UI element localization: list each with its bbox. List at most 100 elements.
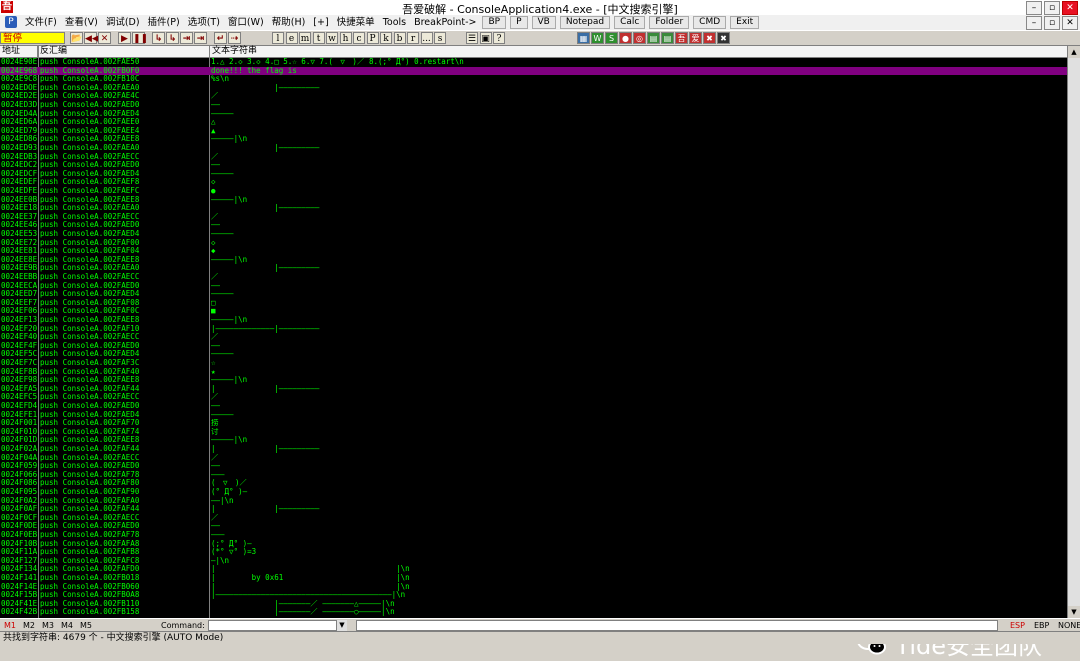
table-row[interactable]: 0024F059 push ConsoleA.002FAED0 —— bbox=[0, 462, 1068, 471]
table-row[interactable]: 0024ED3D push ConsoleA.002FAED0 —— bbox=[0, 101, 1068, 110]
menu-shortcut-button[interactable]: Calc bbox=[614, 16, 646, 29]
toolbar-window-button[interactable]: P bbox=[366, 32, 379, 44]
toolbar-window-button[interactable]: h bbox=[339, 32, 352, 44]
table-row[interactable]: 0024F11A push ConsoleA.002FAFB8 (*° ▽° )=3 bbox=[0, 548, 1068, 557]
scroll-down-icon[interactable]: ▼ bbox=[1068, 606, 1080, 618]
menu-item[interactable]: 窗口(W) bbox=[224, 16, 268, 29]
mdi-close-button[interactable]: ✕ bbox=[1062, 16, 1078, 30]
table-row[interactable]: 0024ED4A push ConsoleA.002FAED4 ————— bbox=[0, 110, 1068, 119]
command-input[interactable] bbox=[208, 620, 346, 631]
menu-shortcut-button[interactable]: BP bbox=[482, 16, 507, 29]
table-row[interactable]: 0024F02A push ConsoleA.002FAF44 | |———————… bbox=[0, 445, 1068, 454]
menu-item[interactable]: 查看(V) bbox=[61, 16, 102, 29]
chevron-down-icon[interactable]: ▼ bbox=[336, 620, 347, 631]
toolbar-window-button[interactable]: w bbox=[326, 32, 338, 44]
menu-shortcut-button[interactable]: VB bbox=[531, 16, 556, 29]
table-row[interactable]: 0024EFC5 push ConsoleA.002FAECC ／ bbox=[0, 393, 1068, 402]
toolbar-plugin-button[interactable]: ◎ bbox=[633, 32, 646, 44]
maximize-button[interactable]: ▫ bbox=[1044, 1, 1060, 15]
menu-item[interactable]: Tools bbox=[379, 16, 410, 29]
table-row[interactable]: 0024F0A2 push ConsoleA.002FAFA0 ——|\n bbox=[0, 497, 1068, 506]
table-row[interactable]: 0024EFA5 push ConsoleA.002FAF44 | |———————… bbox=[0, 385, 1068, 394]
table-row[interactable]: 0024F42B push ConsoleA.002FB158 |———————／… bbox=[0, 608, 1068, 617]
toolbar-plugin-button[interactable]: ▦ bbox=[577, 32, 590, 44]
minimize-button[interactable]: – bbox=[1026, 1, 1042, 15]
toolbar-window-button[interactable]: k bbox=[380, 32, 392, 44]
scroll-up-icon[interactable]: ▲ bbox=[1068, 46, 1080, 58]
toolbar-nav-icon[interactable]: ▶ bbox=[118, 32, 131, 44]
table-row[interactable]: 0024F066 push ConsoleA.002FAF78 ——— bbox=[0, 471, 1068, 480]
table-row[interactable]: 0024F04A push ConsoleA.002FAECC ／ bbox=[0, 454, 1068, 463]
menu-item[interactable]: 文件(F) bbox=[21, 16, 61, 29]
table-row[interactable]: 0024EE0B push ConsoleA.002FAEE8 —————|\n bbox=[0, 196, 1068, 205]
table-row[interactable]: 0024EE37 push ConsoleA.002FAECC ／ bbox=[0, 213, 1068, 222]
vertical-scrollbar[interactable]: ▲ ▼ bbox=[1067, 46, 1080, 618]
table-row[interactable]: 0024EDCF push ConsoleA.002FAED4 ————— bbox=[0, 170, 1068, 179]
menu-item[interactable]: [+] bbox=[309, 16, 332, 29]
table-row[interactable]: 0024F0CF push ConsoleA.002FAECC ／ bbox=[0, 514, 1068, 523]
table-row[interactable]: 0024EDFE push ConsoleA.002FAEFC ● bbox=[0, 187, 1068, 196]
close-button[interactable]: ✕ bbox=[1062, 1, 1078, 15]
table-row[interactable]: 0024EF8B push ConsoleA.002FAF40 ★ bbox=[0, 368, 1068, 377]
table-row[interactable]: 0024F141 push ConsoleA.002FB018 | by 0x61 … bbox=[0, 574, 1068, 583]
marker-button[interactable]: M3 bbox=[42, 620, 54, 631]
toolbar-window-button[interactable]: ... bbox=[420, 32, 433, 44]
toolbar-window-button[interactable]: m bbox=[299, 32, 311, 44]
toolbar-window-button[interactable]: c bbox=[353, 32, 365, 44]
toolbar-nav-icon[interactable]: 📂 bbox=[70, 32, 83, 44]
table-row[interactable]: 0024EF06 push ConsoleA.002FAF0C ■ bbox=[0, 307, 1068, 316]
toolbar-nav-icon[interactable]: ❚❚ bbox=[132, 32, 148, 44]
table-row[interactable]: 0024EE53 push ConsoleA.002FAED4 ————— bbox=[0, 230, 1068, 239]
table-row[interactable]: 0024ED79 push ConsoleA.002FAEE4 ▲ bbox=[0, 127, 1068, 136]
table-row[interactable]: 0024EF4F push ConsoleA.002FAED0 —— bbox=[0, 342, 1068, 351]
marker-button[interactable]: M2 bbox=[23, 620, 35, 631]
menu-item[interactable]: 帮助(H) bbox=[268, 16, 310, 29]
table-row[interactable]: 0024EE46 push ConsoleA.002FAED0 —— bbox=[0, 221, 1068, 230]
toolbar-plugin-button[interactable]: 吾 bbox=[675, 32, 688, 44]
table-row[interactable]: 0024EF7C push ConsoleA.002FAF3C ☆ bbox=[0, 359, 1068, 368]
table-row[interactable]: 0024F095 push ConsoleA.002FAF90 (° Д° )— bbox=[0, 488, 1068, 497]
table-row[interactable]: 0024EED7 push ConsoleA.002FAED4 ————— bbox=[0, 290, 1068, 299]
table-row[interactable]: 0024EF40 push ConsoleA.002FAECC ／ bbox=[0, 333, 1068, 342]
list-icon[interactable]: ☰ bbox=[466, 32, 478, 44]
toolbar-nav-icon[interactable]: ↳ bbox=[152, 32, 165, 44]
register-toggle[interactable]: ESP bbox=[1010, 620, 1025, 631]
table-row[interactable]: 0024EF20 push ConsoleA.002FAF10 |—————————… bbox=[0, 325, 1068, 334]
menu-item[interactable]: 插件(P) bbox=[144, 16, 184, 29]
menu-item[interactable]: 快捷菜单 bbox=[333, 16, 379, 29]
table-row[interactable]: 0024F14E push ConsoleA.002FB060 | |\n bbox=[0, 583, 1068, 592]
toolbar-nav-icon[interactable]: ◀◀ bbox=[84, 32, 99, 44]
table-row[interactable]: 0024EE9B push ConsoleA.002FAEA0 |————————… bbox=[0, 264, 1068, 273]
toolbar-plugin-button[interactable]: 爱 bbox=[689, 32, 702, 44]
menu-shortcut-button[interactable]: Exit bbox=[730, 16, 760, 29]
mdi-minimize-button[interactable]: – bbox=[1026, 16, 1042, 30]
table-row[interactable]: 0024EE81 push ConsoleA.002FAF04 ◆ bbox=[0, 247, 1068, 256]
help-icon[interactable]: ? bbox=[493, 32, 505, 44]
menu-item[interactable]: BreakPoint-> bbox=[410, 16, 480, 29]
column-header-disasm[interactable]: 反汇编 bbox=[38, 46, 210, 57]
table-row[interactable]: 0024EF13 push ConsoleA.002FAEE8 —————|\n bbox=[0, 316, 1068, 325]
table-row[interactable]: 0024ED6A push ConsoleA.002FAEE0 △ bbox=[0, 118, 1068, 127]
table-row[interactable]: 0024EDEF push ConsoleA.002FAEF8 ◇ bbox=[0, 178, 1068, 187]
grid-icon[interactable]: ▣ bbox=[479, 32, 492, 44]
ollydbg-logo-icon[interactable]: P bbox=[5, 16, 17, 28]
menu-shortcut-button[interactable]: CMD bbox=[693, 16, 727, 29]
menu-shortcut-button[interactable]: Folder bbox=[649, 16, 690, 29]
register-toggle[interactable]: NONE bbox=[1058, 620, 1080, 631]
table-row[interactable]: 0024F134 push ConsoleA.002FAFD0 | |\n bbox=[0, 565, 1068, 574]
table-row[interactable]: 0024F010 push ConsoleA.002FAF74 讨 bbox=[0, 428, 1068, 437]
toolbar-plugin-button[interactable]: ▤ bbox=[661, 32, 674, 44]
table-row[interactable]: 0024EDC2 push ConsoleA.002FAED0 —— bbox=[0, 161, 1068, 170]
table-row[interactable]: 0024EE18 push ConsoleA.002FAEA0 |————————… bbox=[0, 204, 1068, 213]
toolbar-plugin-button[interactable]: ✖ bbox=[717, 32, 730, 44]
menu-item[interactable]: 调试(D) bbox=[102, 16, 144, 29]
toolbar-plugin-button[interactable]: S bbox=[605, 32, 618, 44]
table-row[interactable]: 0024F15B push ConsoleA.002FB0A8 |—————————… bbox=[0, 591, 1068, 600]
toolbar-plugin-button[interactable]: ▤ bbox=[647, 32, 660, 44]
table-row[interactable]: 0024EE8E push ConsoleA.002FAEE8 —————|\n bbox=[0, 256, 1068, 265]
table-row[interactable]: 0024ED86 push ConsoleA.002FAEE8 —————|\n bbox=[0, 135, 1068, 144]
menu-shortcut-button[interactable]: Notepad bbox=[559, 16, 611, 29]
table-row[interactable]: 0024F0AF push ConsoleA.002FAF44 | |———————… bbox=[0, 505, 1068, 514]
column-header-text[interactable]: 文本字符串 bbox=[210, 46, 1068, 57]
table-row[interactable]: 0024EECA push ConsoleA.002FAED0 —— bbox=[0, 282, 1068, 291]
